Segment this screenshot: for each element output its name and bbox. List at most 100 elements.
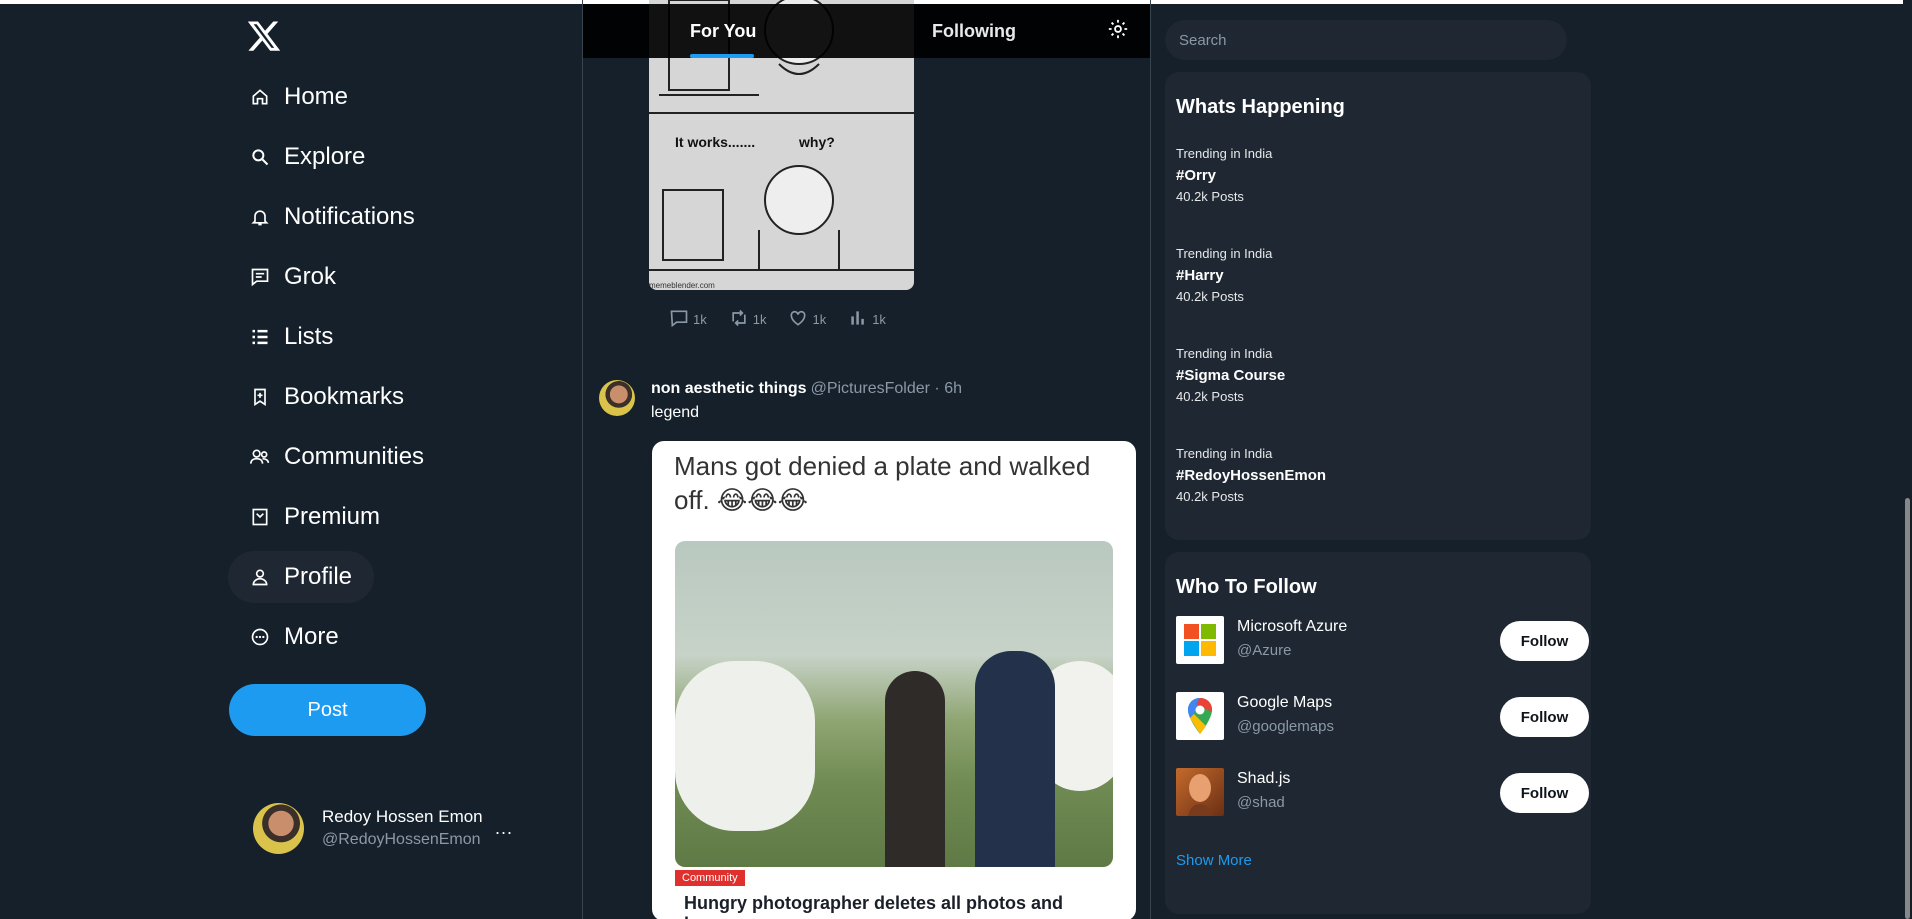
post-button[interactable]: Post <box>229 684 426 736</box>
list-icon <box>248 325 272 349</box>
trend-context: Trending in India <box>1176 346 1273 361</box>
communities-icon <box>248 445 272 469</box>
views-button[interactable]: 1k <box>848 308 886 331</box>
bookmark-icon <box>248 385 272 409</box>
trend-tag: #RedoyHossenEmon <box>1176 467 1327 484</box>
trend-context: Trending in India <box>1176 146 1273 161</box>
trend-context: Trending in India <box>1176 446 1273 461</box>
like-count: 1k <box>812 312 827 327</box>
avatar <box>253 802 304 854</box>
nav-explore[interactable]: Explore <box>228 131 387 183</box>
nav-premium-label: Premium <box>284 503 381 530</box>
trend-count: 40.2k Posts <box>1176 189 1244 204</box>
follow-handle: @googlemaps <box>1237 718 1334 735</box>
reply-button[interactable]: 1k <box>669 308 707 331</box>
follow-button[interactable]: Follow <box>1500 697 1589 737</box>
trend-item[interactable]: Trending in India #Sigma Course 40.2k Po… <box>1176 346 1576 404</box>
nav-home[interactable]: Home <box>228 71 370 123</box>
tab-for-you[interactable]: For You <box>690 4 756 58</box>
search-icon <box>248 145 272 169</box>
trend-count: 40.2k Posts <box>1176 389 1244 404</box>
account-menu-icon[interactable]: ... <box>495 818 513 839</box>
trend-tag: #Orry <box>1176 167 1217 184</box>
news-photo <box>675 541 1113 867</box>
google-maps-logo-icon[interactable] <box>1176 692 1224 740</box>
avatar[interactable] <box>1176 768 1224 816</box>
card-headline: Mans got denied a plate and walked off. … <box>674 451 1091 515</box>
repost-count: 1k <box>752 312 767 327</box>
right-sidebar: Whats Happening Trending in India #Orry … <box>1151 0 1912 919</box>
nav-bookmarks-label: Bookmarks <box>284 383 405 410</box>
community-badge: Community <box>675 870 745 886</box>
who-to-follow-panel: Who To Follow Microsoft Azure @Azure Fol… <box>1165 552 1591 914</box>
nav-communities-label: Communities <box>284 443 425 470</box>
account-handle: @RedoyHossenEmon <box>322 831 481 848</box>
feed-tabs: For You Following <box>583 4 1150 58</box>
x-logo-icon[interactable] <box>246 18 282 54</box>
premium-icon <box>248 505 272 529</box>
timeline: It works....... why? memeblender.com 1k … <box>582 0 1151 919</box>
nav-lists-label: Lists <box>284 323 334 350</box>
nav-bookmarks[interactable]: Bookmarks <box>228 371 426 423</box>
follow-button[interactable]: Follow <box>1500 621 1589 661</box>
tweet-avatar[interactable] <box>599 380 635 416</box>
tweet-media[interactable]: Mans got denied a plate and walked off. … <box>652 441 1136 919</box>
trend-count: 40.2k Posts <box>1176 289 1244 304</box>
meme-caption-left: It works....... <box>675 134 756 150</box>
tweet-author-name[interactable]: non aesthetic things <box>651 380 807 397</box>
like-button[interactable]: 1k <box>788 308 826 331</box>
nav-grok-label: Grok <box>284 263 337 290</box>
trends-panel: Whats Happening Trending in India #Orry … <box>1165 72 1591 540</box>
nav-explore-label: Explore <box>284 143 366 170</box>
scrollbar-thumb[interactable] <box>1905 498 1910 919</box>
gear-icon[interactable] <box>1107 18 1133 44</box>
active-tab-indicator <box>690 54 754 58</box>
nav-lists[interactable]: Lists <box>228 311 355 363</box>
follow-suggestion: Google Maps @googlemaps Follow <box>1176 692 1589 742</box>
tweet-text: legend <box>651 404 700 421</box>
tab-following[interactable]: Following <box>932 4 1016 58</box>
grok-icon <box>248 265 272 289</box>
repost-button[interactable]: 1k <box>729 308 767 331</box>
follow-suggestion: Microsoft Azure @Azure Follow <box>1176 616 1589 666</box>
trend-item[interactable]: Trending in India #Orry 40.2k Posts <box>1176 146 1576 204</box>
tweet-actions: 1k 1k 1k 1k <box>669 308 908 331</box>
nav-more-label: More <box>284 623 339 650</box>
reply-count: 1k <box>693 312 707 327</box>
account-name: Redoy Hossen Emon <box>322 807 483 826</box>
nav-communities[interactable]: Communities <box>228 431 446 483</box>
bar-chart-icon <box>848 308 872 331</box>
follow-name[interactable]: Microsoft Azure <box>1237 618 1347 636</box>
search-input[interactable] <box>1165 20 1567 60</box>
nav-profile[interactable]: Profile <box>228 551 375 603</box>
home-icon <box>248 85 272 109</box>
nav-grok[interactable]: Grok <box>228 251 358 303</box>
follow-name[interactable]: Google Maps <box>1237 694 1332 712</box>
nav-notifications[interactable]: Notifications <box>228 191 437 243</box>
left-sidebar: Home Explore Notifications Grok Lists Bo… <box>0 0 582 919</box>
heart-icon <box>788 308 812 331</box>
nav-premium[interactable]: Premium <box>228 491 402 543</box>
more-circle-icon <box>248 625 272 649</box>
show-more-link[interactable]: Show More <box>1176 852 1252 869</box>
microsoft-logo-icon[interactable] <box>1176 616 1224 664</box>
account-switcher[interactable]: Redoy Hossen Emon @RedoyHossenEmon ... <box>253 800 523 856</box>
view-count: 1k <box>872 312 886 327</box>
nav-home-label: Home <box>284 83 349 110</box>
follow-name[interactable]: Shad.js <box>1237 770 1290 788</box>
tweet-meta: @PicturesFolder · 6h <box>810 380 962 397</box>
tweet-header: non aesthetic things @PicturesFolder · 6h <box>651 380 962 398</box>
trend-item[interactable]: Trending in India #Harry 40.2k Posts <box>1176 246 1576 304</box>
trends-title: Whats Happening <box>1176 96 1345 118</box>
nav-more[interactable]: More <box>228 611 361 663</box>
trend-count: 40.2k Posts <box>1176 489 1244 504</box>
trend-tag: #Harry <box>1176 267 1224 284</box>
trend-tag: #Sigma Course <box>1176 367 1286 384</box>
follow-title: Who To Follow <box>1176 576 1317 598</box>
scrollbar[interactable] <box>1903 0 1912 919</box>
trend-context: Trending in India <box>1176 246 1273 261</box>
bell-icon <box>248 205 272 229</box>
trend-item[interactable]: Trending in India #RedoyHossenEmon 40.2k… <box>1176 446 1576 504</box>
follow-handle: @shad <box>1237 794 1285 811</box>
follow-button[interactable]: Follow <box>1500 773 1589 813</box>
